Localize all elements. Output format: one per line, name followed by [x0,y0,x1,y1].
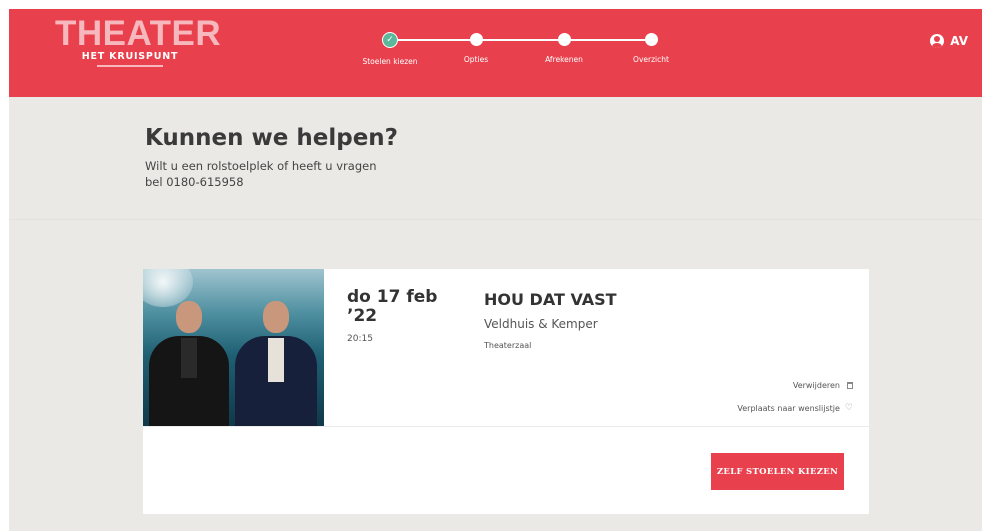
event-date: do 17 feb ’22 20:15 [347,287,457,345]
step-stoelen-kiezen[interactable]: ✓ Stoelen kiezen [345,27,435,66]
event-title: HOU DAT VAST [484,290,617,309]
ticket-card-body: do 17 feb ’22 20:15 HOU DAT VAST Veldhui… [143,269,869,426]
trash-icon [847,382,853,389]
ticket-card: do 17 feb ’22 20:15 HOU DAT VAST Veldhui… [143,269,869,514]
performer-head [263,301,289,333]
event-time: 20:15 [347,334,373,344]
section-divider [9,219,982,220]
header-bar: THEATER HET KRUISPUNT ✓ Stoelen kiezen O… [9,9,982,97]
step-label: Overzicht [633,55,669,64]
performer-figure [149,301,229,426]
performer-figure [235,301,317,426]
progress-stepper: ✓ Stoelen kiezen Opties Afrekenen Overzi… [335,27,685,67]
performer-head [176,301,202,333]
event-year: ’22 [347,306,378,326]
theater-logo[interactable]: THEATER HET KRUISPUNT [55,14,222,67]
step-label: Opties [463,55,489,64]
remove-label: Verwijderen [792,381,840,390]
page: THEATER HET KRUISPUNT ✓ Stoelen kiezen O… [9,9,982,531]
performer-body [149,336,229,426]
event-venue: Theaterzaal [484,341,532,350]
move-to-wishlist-button[interactable]: Verplaats naar wenslijstje ♡ [737,403,853,414]
user-initials: AV [950,34,968,48]
step-afrekenen: Afrekenen [519,27,609,64]
help-title: Kunnen we helpen? [145,125,399,151]
heart-icon: ♡ [844,403,853,413]
card-divider [143,426,869,427]
step-overzicht: Overzicht [606,27,696,64]
check-icon: ✓ [382,32,398,48]
remove-button[interactable]: Verwijderen [793,381,853,390]
step-label: Afrekenen [545,55,583,64]
wishlist-label: Verplaats naar wenslijstje [737,404,840,413]
event-artist: Veldhuis & Kemper [484,317,598,331]
step-dot [469,33,483,46]
event-day: do 17 feb [347,287,438,307]
user-circle-icon [930,34,945,48]
choose-seats-button[interactable]: ZELF STOELEN KIEZEN [711,453,844,490]
step-label: Stoelen kiezen [362,57,418,66]
step-opties: Opties [431,27,521,64]
user-menu[interactable]: AV [930,34,968,48]
performer-body [235,336,317,426]
step-dot [557,33,571,46]
help-section: Kunnen we helpen? Wilt u een rolstoelple… [145,123,398,190]
help-line-1: Wilt u een rolstoelplek of heeft u vrage… [145,159,377,173]
logo-underline [97,65,163,67]
help-line-2: bel 0180-615958 [145,175,244,189]
event-image [143,269,324,426]
event-info: HOU DAT VAST Veldhuis & Kemper Theaterza… [484,290,617,350]
logo-title: THEATER [55,14,222,53]
help-text: Wilt u een rolstoelplek of heeft u vrage… [145,158,398,190]
step-dot [644,33,658,46]
